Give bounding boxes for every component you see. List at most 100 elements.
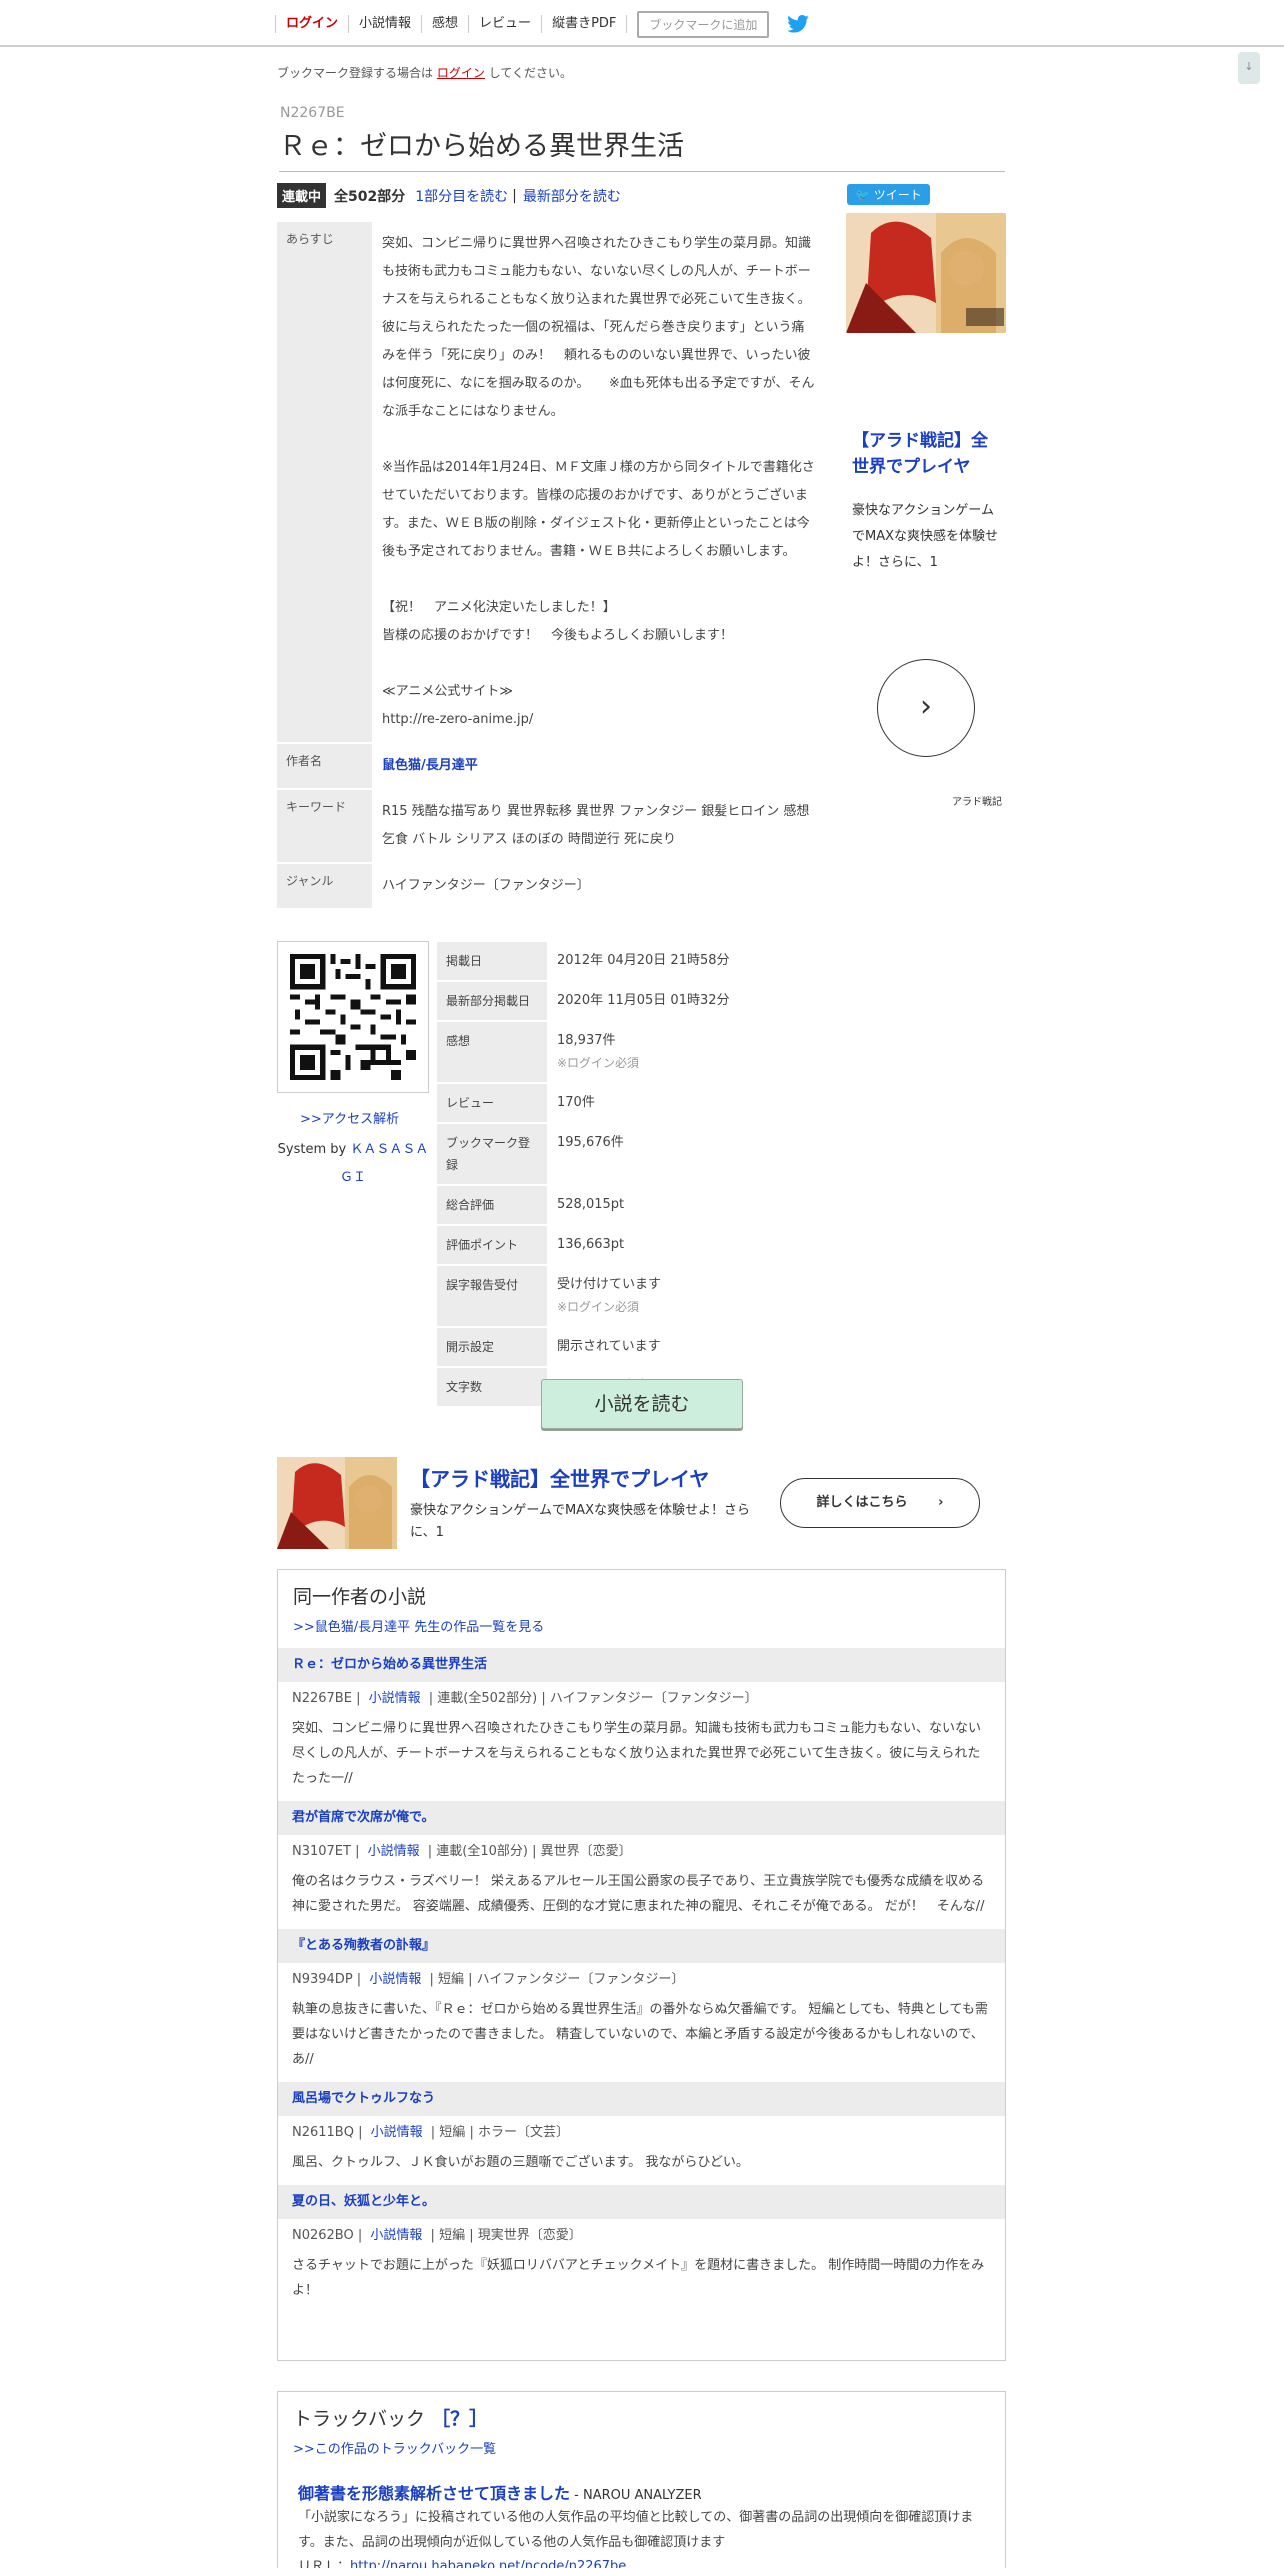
read-novel-button[interactable]: 小説を読む [541, 1379, 743, 1429]
author-works-list-link[interactable]: >>鼠色猫/長月達平 先生の作品一覧を見る [293, 1616, 544, 1635]
genre: ハイファンタジー〔ファンタジー〕 [382, 878, 590, 893]
novel-list-desc: 風呂、クトゥルフ、ＪＫ食いがお題の三題噺でございます。 我ながらひどい。 [292, 2155, 749, 2170]
nav-novel-info-link[interactable]: 小説情報 [349, 15, 423, 33]
novel-list-meta: N9394DP | 小説情報 | 短編 | ハイファンタジー〔ファンタジー〕 [278, 1963, 1005, 1997]
stats-row: 誤字報告受付 受け付けています ※ログイン必須 [437, 1266, 827, 1326]
novel-list-title-link[interactable]: 『とある殉教者の訃報』 [278, 1929, 1005, 1963]
same-author-section: 同一作者の小説 >>鼠色猫/長月達平 先生の作品一覧を見る Ｒｅ：ゼロから始める… [277, 1569, 1006, 2361]
novel-list-title-link[interactable]: Ｒｅ：ゼロから始める異世界生活 [278, 1648, 1005, 1682]
novel-list-title-link[interactable]: 君が首席で次席が俺で。 [278, 1801, 1005, 1835]
tweet-button[interactable]: 🐦 ツイート [847, 184, 930, 205]
system-credit-link[interactable]: ＫＡＳＡＳＡＧＩ [340, 1142, 428, 1185]
novel-list-desc: 突如、コンビニ帰りに異世界へ召喚されたひきこもり学生の菜月昴。知識も技術も武力も… [292, 1721, 982, 1786]
qr-code [277, 941, 429, 1093]
novel-list-ncode: N9394DP [292, 1972, 353, 1987]
side-ad-text: 豪快なアクションゲームでMAXな爽快感を体験せよ！さらに、1 [852, 503, 999, 570]
meta-separator: | [465, 2125, 478, 2140]
stats-value: 2020年 11月05日 01時32分 [557, 993, 730, 1008]
novel-title: Ｒｅ：ゼロから始める異世界生活 [279, 124, 1005, 172]
side-ad-image[interactable] [846, 213, 1006, 333]
trackback-url-link[interactable]: http://narou.habaneko.net/ncode/n2267be [350, 2559, 626, 2568]
part-count: 全502部分 [334, 188, 406, 205]
stats-value: 195,676件 [557, 1135, 624, 1150]
system-credit-prefix: System by [277, 1142, 347, 1157]
keyword-label: キーワード [277, 790, 372, 862]
stats-label: 感想 [437, 1022, 547, 1082]
trackback-item-source: - NAROU ANALYZER [570, 2488, 702, 2503]
novel-list-genre: ハイファンタジー〔ファンタジー〕 [549, 1691, 758, 1706]
stats-label: 掲載日 [437, 942, 547, 980]
login-notice-text-end: してください。 [488, 66, 572, 80]
read-first-part-link[interactable]: 1部分目を読む [415, 186, 508, 206]
novel-list-genre: ホラー〔文芸〕 [477, 2125, 569, 2140]
novel-list-title-link[interactable]: 夏の日、妖狐と少年と。 [278, 2185, 1005, 2219]
side-ad-title[interactable]: 【アラド戦記】全世界でプレイヤ [852, 428, 1002, 480]
meta-separator: | [353, 2228, 367, 2243]
access-analysis-link[interactable]: >>アクセス解析 [300, 1108, 399, 1127]
banner-ad-image[interactable] [277, 1457, 397, 1549]
novel-list-genre: 現実世界〔恋愛〕 [477, 2228, 582, 2243]
stats-value: 170件 [557, 1095, 595, 1110]
banner-ad-text: 豪快なアクションゲームでMAXな爽快感を体験せよ！さらに、1 [410, 1503, 750, 1540]
novel-list-type: 連載(全502部分) [437, 1691, 538, 1706]
top-navigation-bar: ログイン 小説情報 感想 レビュー 縦書きPDF ブックマークに追加 [0, 0, 1284, 47]
novel-list-info-link[interactable]: 小説情報 [370, 2228, 422, 2243]
stats-row: レビュー 170件 [437, 1084, 827, 1122]
novel-list-type: 連載(全10部分) [436, 1844, 528, 1859]
novel-list-meta: N3107ET | 小説情報 | 連載(全10部分) | 異世界〔恋愛〕 [278, 1835, 1005, 1869]
chevron-right-icon[interactable]: › [877, 659, 975, 757]
novel-list-title-link[interactable]: 風呂場でクトゥルフなう [278, 2082, 1005, 2116]
trackback-help-link[interactable]: ［？］ [431, 2408, 488, 2430]
twitter-icon[interactable] [787, 15, 810, 33]
novel-list-genre: 異世界〔恋愛〕 [540, 1844, 632, 1859]
trackback-item-desc: 「小説家になろう」に投稿されている他の人気作品の平均値と比較しての、御著書の品詞… [298, 2510, 974, 2550]
trackback-item-title: 御著書を形態素解析させて頂きました - NAROU ANALYZER [298, 2480, 702, 2504]
meta-separator: | [464, 1972, 477, 1987]
trackback-section: トラックバック ［？］ >>この作品のトラックバック一覧 御著書を形態素解析させ… [277, 2391, 1006, 2568]
novel-list-info-link[interactable]: 小説情報 [368, 1844, 420, 1859]
tweet-label: ツイート [873, 188, 922, 202]
stats-note: ※ログイン必須 [557, 1300, 640, 1314]
novel-list-desc: 俺の名はクラウス・ラズベリー！ 栄えあるアルセール王国公爵家の長子であり、王立貴… [292, 1874, 985, 1914]
meta-separator: | [350, 1844, 364, 1859]
stats-value-cell: 受け付けています ※ログイン必須 [547, 1266, 827, 1326]
trackback-heading: トラックバック ［？］ [293, 2404, 488, 2431]
nav-menu: ログイン 小説情報 感想 レビュー 縦書きPDF ブックマークに追加 [275, 10, 810, 38]
stats-label: 文字数 [437, 1368, 547, 1406]
trackback-item-link[interactable]: 御著書を形態素解析させて頂きました [298, 2484, 570, 2503]
stats-value: 開示されています [557, 1339, 661, 1354]
nav-vertical-pdf-link[interactable]: 縦書きPDF [542, 15, 628, 33]
banner-details-button[interactable]: 詳しくはこちら › [780, 1478, 980, 1528]
novel-list-info-link[interactable]: 小説情報 [369, 1972, 421, 1987]
login-notice: ブックマーク登録する場合は ログイン してください。 [277, 64, 572, 81]
trackback-list-link[interactable]: >>この作品のトラックバック一覧 [293, 2438, 496, 2457]
banner-ad-title[interactable]: 【アラド戦記】全世界でプレイヤ [410, 1463, 709, 1492]
read-latest-part-link[interactable]: 最新部分を読む [523, 186, 621, 206]
nav-login-link[interactable]: ログイン [275, 15, 350, 33]
bookmark-add-button[interactable]: ブックマークに追加 [637, 10, 770, 38]
stats-row: 最新部分掲載日 2020年 11月05日 01時32分 [437, 982, 827, 1020]
stats-label: 開示設定 [437, 1328, 547, 1366]
system-credit: System by ＫＡＳＡＳＡＧＩ [277, 1136, 429, 1192]
meta-separator: | [527, 1844, 541, 1859]
trackback-url-label: ＵＲＬ： [298, 2559, 351, 2568]
stats-label: 評価ポイント [437, 1226, 547, 1264]
novel-list-info-link[interactable]: 小説情報 [369, 1691, 421, 1706]
novel-list-ncode: N2267BE [292, 1691, 352, 1706]
novel-list-info-link[interactable]: 小説情報 [371, 2125, 423, 2140]
author-label: 作者名 [277, 744, 372, 788]
stats-row: 総合評価 528,015pt [437, 1186, 827, 1224]
meta-separator: | [351, 1691, 365, 1706]
novel-list-desc: さるチャットでお題に上がった『妖狐ロリババアとチェックメイト』を題材に書きました… [292, 2258, 985, 2298]
stats-value: 18,937件 [557, 1033, 616, 1048]
author-link[interactable]: 鼠色猫/長月達平 [382, 758, 478, 773]
stats-note: ※ログイン必須 [557, 1056, 640, 1070]
novel-list-type: 短編 [439, 2228, 466, 2243]
scroll-down-button[interactable]: ↓ [1238, 52, 1260, 84]
stats-value: 528,015pt [557, 1197, 625, 1212]
stats-label: ブックマーク登録 [437, 1124, 547, 1184]
nav-review-link[interactable]: レビュー [469, 15, 543, 33]
nav-impressions-link[interactable]: 感想 [422, 15, 470, 33]
login-notice-link[interactable]: ログイン [437, 66, 485, 80]
stats-value-cell: 18,937件 ※ログイン必須 [547, 1022, 827, 1082]
